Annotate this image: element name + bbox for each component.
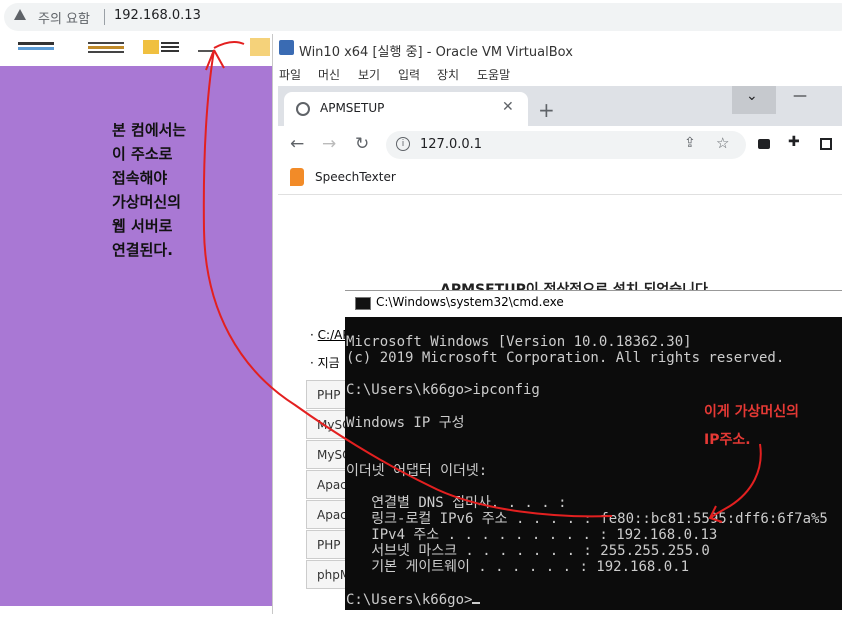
arrow-to-ip xyxy=(708,443,762,523)
arrow-to-host-url xyxy=(202,40,613,518)
annotation-arrows xyxy=(202,40,762,523)
